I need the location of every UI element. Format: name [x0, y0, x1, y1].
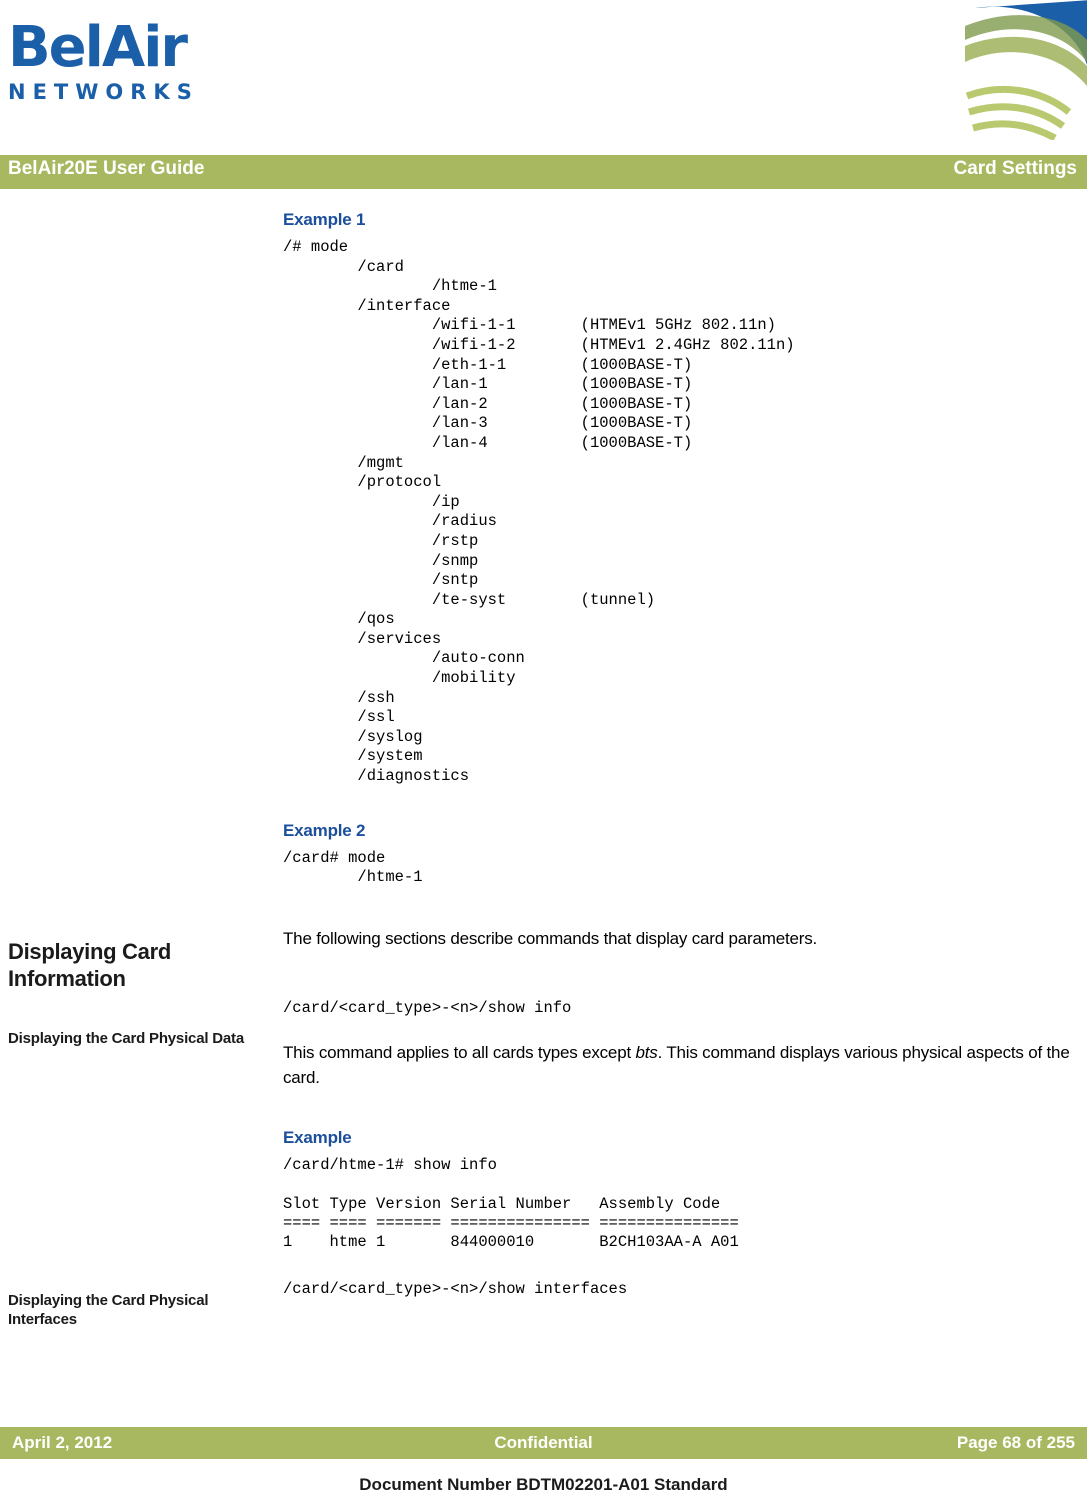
example-1-heading: Example 1 [283, 210, 366, 229]
footer-confidential: Confidential [494, 1433, 593, 1452]
header-document-title: BelAir20E User Guide [8, 158, 205, 179]
example-2-code-block: /card# mode /htme-1 [283, 848, 423, 887]
logo-wordmark: BelAir [8, 15, 188, 80]
sidehead-displaying-card-physical-data: Displaying the Card Physical Data [8, 1030, 244, 1047]
header-section-title: Card Settings [953, 158, 1077, 179]
show-info-description-italic: bts [635, 1043, 658, 1063]
main-column: Example 1 /# mode /card /htme-1 /interfa… [283, 200, 1073, 1300]
example-2-heading: Example 2 [283, 820, 366, 840]
show-info-description-part1: This command applies to all cards types … [283, 1043, 636, 1063]
footer-page-number: Page 68 of 255 [956, 1433, 1075, 1452]
belair-logo: BelAir NETWORKS [8, 18, 268, 128]
show-info-description: This command applies to all cards types … [283, 1040, 1073, 1090]
footer-document-number: Document Number BDTM02201-A01 Standard [359, 1475, 728, 1494]
example-3-heading: Example [283, 1128, 352, 1148]
example-1-code-block: /# mode /card /htme-1 /interface /wifi-1… [283, 238, 795, 786]
sidehead-displaying-card-information: Displaying Card Information [8, 939, 171, 991]
displaying-card-information-paragraph: The following sections describe commands… [283, 928, 818, 948]
decorative-swoosh-graphic [965, 0, 1087, 140]
show-interfaces-command: /card/<card_type>-<n>/show interfaces [283, 1280, 628, 1299]
show-info-command: /card/<card_type>-<n>/show info [283, 998, 572, 1017]
margin-column: Displaying Card Information Displaying t… [8, 200, 273, 1329]
sidehead-displaying-card-physical-interfaces: Displaying the Card Physical Interfaces [8, 1292, 209, 1328]
example-3-code-block: /card/htme-1# show info Slot Type Versio… [283, 1156, 739, 1252]
logo-subtitle: NETWORKS [8, 80, 199, 104]
page-footer-row: April 2, 2012 Confidential Page 68 of 25… [0, 1430, 1087, 1456]
